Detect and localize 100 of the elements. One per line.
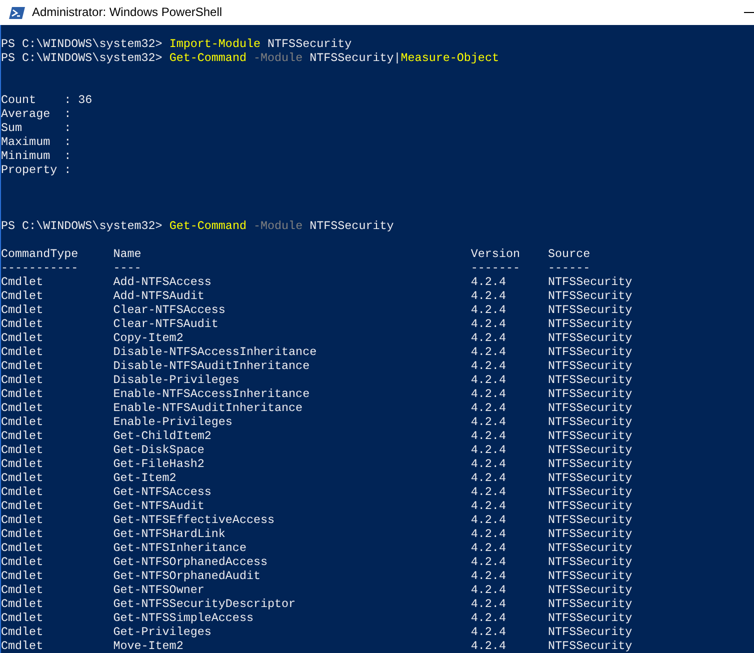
output-line: Count : 36	[1, 93, 92, 107]
table-cell: Get-NTFSAudit	[113, 499, 204, 513]
table-cell: 4.2.4	[470, 317, 506, 331]
table-cell: Get-NTFSOwner	[113, 583, 204, 597]
table-cell: Cmdlet	[1, 457, 44, 471]
table-cell: NTFSSecurity	[548, 639, 632, 653]
table-cell: 4.2.4	[470, 275, 506, 289]
table-cell: Cmdlet	[1, 289, 44, 303]
column-header: Source	[548, 247, 590, 261]
table-cell: 4.2.4	[470, 611, 506, 625]
table-cell: Enable-NTFSAccessInheritance	[113, 387, 310, 401]
table-cell: NTFSSecurity	[548, 275, 632, 289]
table-cell: Cmdlet	[1, 429, 44, 443]
table-cell: 4.2.4	[470, 541, 506, 555]
table-cell: 4.2.4	[470, 625, 506, 639]
table-cell: Enable-Privileges	[113, 415, 232, 429]
table-cell: 4.2.4	[470, 331, 506, 345]
table-cell: Cmdlet	[1, 303, 44, 317]
command-text: Import-Module	[169, 37, 261, 51]
table-cell: NTFSSecurity	[548, 555, 632, 569]
table-cell: Cmdlet	[1, 513, 44, 527]
table-cell: Cmdlet	[1, 569, 44, 583]
table-cell: 4.2.4	[470, 289, 506, 303]
column-underline: -------	[470, 261, 520, 275]
table-cell: 4.2.4	[470, 415, 506, 429]
table-cell: Get-NTFSSimpleAccess	[113, 611, 254, 625]
parameter-text: -Module	[253, 51, 303, 65]
table-cell: Cmdlet	[1, 401, 44, 415]
table-cell: NTFSSecurity	[548, 513, 632, 527]
table-cell: NTFSSecurity	[548, 625, 632, 639]
table-cell: Enable-NTFSAuditInheritance	[113, 401, 303, 415]
argument-text: NTFSSecurity	[268, 37, 352, 51]
table-cell: NTFSSecurity	[548, 597, 632, 611]
command-text: Get-Command	[169, 219, 246, 233]
table-cell: 4.2.4	[470, 597, 506, 611]
table-cell: NTFSSecurity	[548, 289, 632, 303]
table-cell: Cmdlet	[1, 317, 44, 331]
table-cell: Cmdlet	[1, 373, 44, 387]
table-cell: NTFSSecurity	[548, 611, 632, 625]
table-cell: 4.2.4	[470, 527, 506, 541]
column-header: Version	[470, 247, 520, 261]
table-cell: Get-ChildItem2	[113, 429, 212, 443]
table-cell: NTFSSecurity	[548, 317, 632, 331]
command-text: Measure-Object	[400, 51, 499, 65]
pipe-operator: |	[394, 51, 401, 65]
powershell-icon	[9, 6, 25, 20]
table-cell: 4.2.4	[470, 373, 506, 387]
table-cell: NTFSSecurity	[548, 373, 632, 387]
argument-text: NTFSSecurity	[310, 51, 394, 65]
column-header: CommandType	[1, 247, 78, 261]
table-cell: Cmdlet	[1, 275, 44, 289]
table-cell: Get-NTFSOrphanedAudit	[113, 569, 260, 583]
table-cell: Get-FileHash2	[113, 457, 204, 471]
table-cell: NTFSSecurity	[548, 499, 632, 513]
table-cell: NTFSSecurity	[548, 457, 632, 471]
table-cell: Get-NTFSInheritance	[113, 541, 246, 555]
table-cell: Cmdlet	[1, 387, 44, 401]
table-cell: Cmdlet	[1, 639, 44, 653]
table-cell: Disable-NTFSAccessInheritance	[113, 345, 317, 359]
table-cell: 4.2.4	[470, 639, 506, 653]
argument-text: NTFSSecurity	[310, 219, 394, 233]
table-cell: NTFSSecurity	[548, 331, 632, 345]
table-cell: Cmdlet	[1, 597, 44, 611]
table-cell: Cmdlet	[1, 625, 44, 639]
table-cell: 4.2.4	[470, 457, 506, 471]
table-cell: 4.2.4	[470, 429, 506, 443]
table-cell: NTFSSecurity	[548, 583, 632, 597]
table-cell: Get-NTFSOrphanedAccess	[113, 555, 268, 569]
table-cell: Cmdlet	[1, 485, 44, 499]
table-cell: Get-NTFSSecurityDescriptor	[113, 597, 296, 611]
table-cell: Clear-NTFSAccess	[113, 303, 226, 317]
table-cell: Cmdlet	[1, 443, 44, 457]
output-line: Sum :	[1, 121, 72, 135]
table-cell: Cmdlet	[1, 499, 44, 513]
prompt-text: PS C:\WINDOWS\system32>	[1, 219, 162, 233]
table-cell: Cmdlet	[1, 583, 44, 597]
table-cell: NTFSSecurity	[548, 443, 632, 457]
table-cell: 4.2.4	[470, 359, 506, 373]
table-cell: Get-Privileges	[113, 625, 212, 639]
table-cell: 4.2.4	[470, 303, 506, 317]
table-cell: 4.2.4	[470, 387, 506, 401]
table-cell: NTFSSecurity	[548, 527, 632, 541]
table-cell: 4.2.4	[470, 499, 506, 513]
table-cell: NTFSSecurity	[548, 485, 632, 499]
table-cell: Cmdlet	[1, 331, 44, 345]
table-cell: NTFSSecurity	[548, 387, 632, 401]
table-cell: 4.2.4	[470, 345, 506, 359]
table-cell: Cmdlet	[1, 527, 44, 541]
table-cell: NTFSSecurity	[548, 345, 632, 359]
table-cell: Get-NTFSAccess	[113, 485, 212, 499]
command-text: Get-Command	[169, 51, 246, 65]
output-line: Average :	[1, 107, 72, 121]
table-cell: NTFSSecurity	[548, 401, 632, 415]
table-cell: NTFSSecurity	[548, 429, 632, 443]
prompt-text: PS C:\WINDOWS\system32>	[1, 51, 162, 65]
output-line: Minimum :	[1, 149, 72, 163]
output-line: Property :	[1, 163, 72, 177]
minimize-icon[interactable]	[744, 12, 754, 13]
table-cell: Copy-Item2	[113, 331, 184, 345]
table-cell: 4.2.4	[470, 401, 506, 415]
